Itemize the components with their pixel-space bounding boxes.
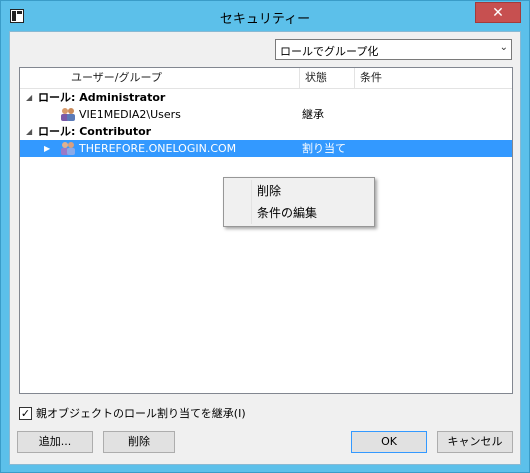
list-header: ユーザー/グループ 状態 条件 — [20, 68, 512, 89]
column-header-condition[interactable]: 条件 — [355, 68, 512, 89]
groupby-value: ロールでグループ化 — [280, 45, 379, 58]
ok-button[interactable]: OK — [351, 431, 427, 453]
context-menu-delete[interactable]: 削除 — [226, 180, 372, 202]
collapse-icon[interactable]: ◢ — [26, 123, 32, 140]
user-group-icon — [61, 108, 75, 121]
row-status: 割り当て — [302, 142, 346, 155]
inherit-checkbox[interactable]: ✓ — [19, 406, 32, 420]
groupby-dropdown[interactable]: ロールでグループ化 ⌄ — [275, 39, 512, 60]
column-header-status[interactable]: 状態 — [300, 68, 355, 89]
add-button[interactable]: 追加... — [17, 431, 93, 453]
row-name: THEREFORE.ONELOGIN.COM — [79, 142, 237, 155]
cancel-button[interactable]: キャンセル — [437, 431, 513, 453]
group-title: ロール: Administrator — [38, 91, 166, 104]
title-bar[interactable]: セキュリティー ✕ — [1, 1, 529, 31]
expand-icon[interactable]: ▶ — [44, 140, 50, 157]
close-button[interactable]: ✕ — [475, 2, 521, 23]
column-header-user-group[interactable]: ユーザー/グループ — [66, 68, 300, 89]
group-row-contributor[interactable]: ◢ ロール: Contributor — [20, 123, 512, 140]
group-row-administrator[interactable]: ◢ ロール: Administrator — [20, 89, 512, 106]
inherit-label[interactable]: 親オブジェクトのロール割り当てを継承(I) — [36, 405, 246, 421]
collapse-icon[interactable]: ◢ — [26, 89, 32, 106]
security-dialog: セキュリティー ✕ ロールでグループ化 ⌄ ユーザー/グループ 状態 条件 ◢ … — [0, 0, 530, 473]
window-title: セキュリティー — [219, 12, 311, 27]
row-name: VIE1MEDIA2\Users — [79, 108, 181, 121]
delete-button[interactable]: 削除 — [103, 431, 175, 453]
inherit-checkbox-wrap[interactable]: ✓ 親オブジェクトのロール割り当てを継承(I) — [19, 406, 246, 420]
close-icon: ✕ — [492, 4, 504, 21]
dialog-body: ロールでグループ化 ⌄ ユーザー/グループ 状態 条件 ◢ ロール: Admin… — [9, 31, 521, 465]
table-row-selected[interactable]: ▶ THEREFORE.ONELOGIN.COM 割り当て — [20, 140, 512, 157]
table-row[interactable]: VIE1MEDIA2\Users 継承 — [20, 106, 512, 123]
row-status: 継承 — [302, 108, 324, 121]
user-group-icon — [61, 142, 75, 155]
chevron-down-icon: ⌄ — [499, 42, 508, 53]
security-list[interactable]: ユーザー/グループ 状態 条件 ◢ ロール: Administrator VIE… — [19, 67, 513, 394]
context-menu-edit-condition[interactable]: 条件の編集 — [226, 202, 372, 224]
context-menu: 削除 条件の編集 — [223, 177, 375, 227]
group-title: ロール: Contributor — [38, 125, 152, 138]
